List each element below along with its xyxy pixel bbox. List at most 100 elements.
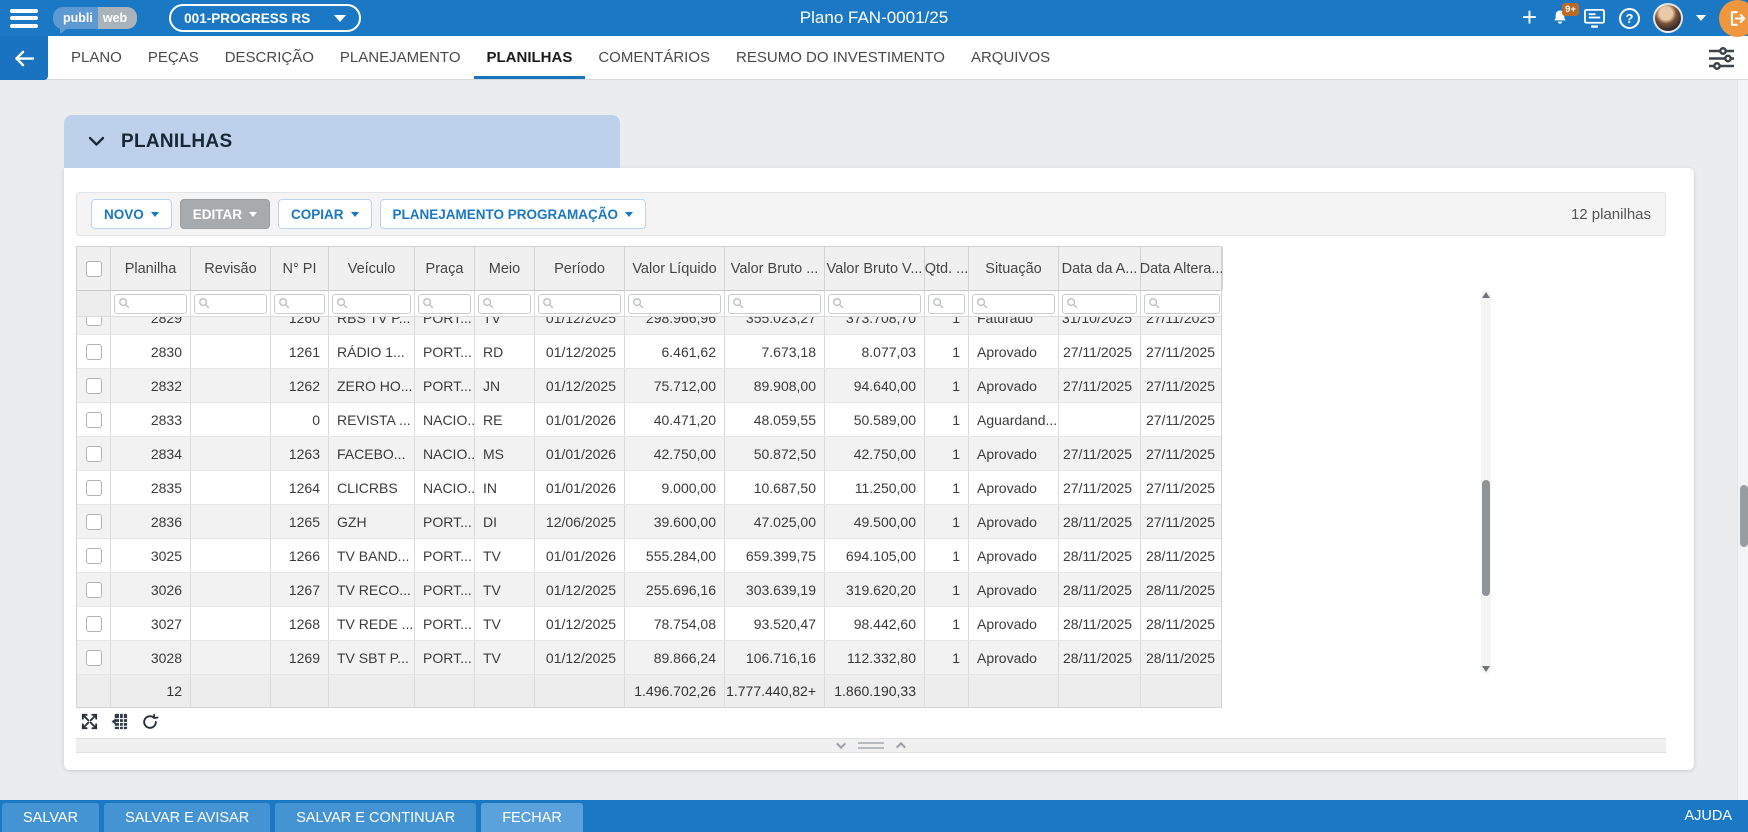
table-cell: 27/11/2025	[1141, 369, 1223, 402]
table-row[interactable]: 30281269TV SBT P...PORT...TV01/12/202589…	[77, 641, 1221, 675]
column-header-data-da-a[interactable]: Data da A...	[1059, 247, 1141, 290]
column-header-data-altera[interactable]: Data Altera...	[1141, 247, 1223, 290]
tab-planejamento[interactable]: PLANEJAMENTO	[327, 36, 474, 79]
column-header-periodo[interactable]: Período	[535, 247, 625, 290]
filter-sliders-icon[interactable]	[1708, 46, 1735, 76]
back-button[interactable]	[0, 36, 48, 80]
table-row[interactable]: 30251266TV BAND...PORT...TV01/01/2026555…	[77, 539, 1221, 573]
table-row[interactable]: 28321262ZERO HO...PORT...JN01/12/202575.…	[77, 369, 1221, 403]
help-link[interactable]: AJUDA	[1684, 808, 1732, 824]
logout-icon[interactable]	[1719, 0, 1748, 37]
tab-pecas[interactable]: PEÇAS	[135, 36, 212, 79]
table-cell: 27/11/2025	[1141, 471, 1223, 504]
copiar-button[interactable]: COPIAR	[278, 199, 372, 229]
row-checkbox[interactable]	[86, 582, 102, 598]
client-selector[interactable]: 001-PROGRESS RS	[169, 4, 361, 32]
tab-planilhas[interactable]: PLANILHAS	[474, 36, 586, 79]
screen-share-icon[interactable]	[1583, 8, 1606, 28]
filter-input-meio[interactable]	[497, 297, 530, 311]
page-vertical-scrollbar[interactable]	[1737, 80, 1748, 800]
table-cell: DI	[475, 505, 535, 538]
scroll-down-arrow-icon[interactable]	[1482, 666, 1490, 672]
collapse-grid-icon[interactable]	[836, 739, 846, 749]
table-row[interactable]: 28361265GZHPORT...DI12/06/202539.600,004…	[77, 505, 1221, 539]
row-checkbox[interactable]	[86, 317, 102, 326]
filter-input-n-pi[interactable]	[293, 297, 324, 311]
column-header-n-pi[interactable]: N° PI	[271, 247, 329, 290]
page-scrollbar-thumb[interactable]	[1740, 485, 1748, 547]
partially-scrolled-row[interactable]: 28291260RBS TV P...PORT...TV01/12/202529…	[77, 317, 1221, 335]
tab-resumo-do-investimento[interactable]: RESUMO DO INVESTIMENTO	[723, 36, 958, 79]
resize-grip[interactable]	[858, 742, 884, 749]
filter-input-revisao[interactable]	[213, 297, 266, 311]
table-row[interactable]: 28301261RÁDIO 1...PORT...RD01/12/20256.4…	[77, 335, 1221, 369]
filter-input-praca[interactable]	[437, 297, 470, 311]
column-header-meio[interactable]: Meio	[475, 247, 535, 290]
table-row[interactable]: 28341263FACEBO...NACIO...MS01/01/202642.…	[77, 437, 1221, 471]
filter-input-data-da-a[interactable]	[1081, 297, 1136, 311]
notifications-bell-icon[interactable]: 9+	[1550, 8, 1570, 28]
help-icon[interactable]: ?	[1619, 8, 1640, 29]
table-cell: Faturado	[969, 317, 1059, 334]
user-avatar[interactable]	[1653, 3, 1683, 33]
column-header-revisao[interactable]: Revisão	[191, 247, 271, 290]
select-all-checkbox[interactable]	[86, 261, 102, 277]
add-icon[interactable]: +	[1522, 4, 1537, 30]
filter-input-veiculo[interactable]	[351, 297, 410, 311]
row-checkbox[interactable]	[86, 480, 102, 496]
fechar-button[interactable]: FECHAR	[481, 803, 583, 832]
novo-button[interactable]: NOVO	[91, 199, 172, 229]
user-menu-caret-icon[interactable]	[1696, 15, 1706, 21]
expand-grid-icon[interactable]	[896, 742, 906, 752]
filter-input-situacao[interactable]	[991, 297, 1054, 311]
row-checkbox[interactable]	[86, 514, 102, 530]
table-row[interactable]: 28330REVISTA ...NACIO...RE01/01/202640.4…	[77, 403, 1221, 437]
table-vertical-scrollbar[interactable]	[1481, 290, 1491, 674]
tab-descricao[interactable]: DESCRIÇÃO	[212, 36, 327, 79]
table-scrollbar-thumb[interactable]	[1482, 480, 1490, 596]
expand-table-button[interactable]	[78, 710, 101, 733]
editar-button[interactable]: EDITAR	[180, 199, 270, 229]
table-row[interactable]: 28291260RBS TV P...PORT...TV01/12/202529…	[77, 317, 1221, 335]
row-checkbox[interactable]	[86, 412, 102, 428]
table-row[interactable]: 30261267TV RECO...PORT...TV01/12/2025255…	[77, 573, 1221, 607]
tab-arquivos[interactable]: ARQUIVOS	[958, 36, 1063, 79]
tab-comentarios[interactable]: COMENTÁRIOS	[585, 36, 723, 79]
refresh-table-button[interactable]	[138, 710, 161, 733]
column-header-situacao[interactable]: Situação	[969, 247, 1059, 290]
column-header-valor-bruto-v[interactable]: Valor Bruto V...	[825, 247, 925, 290]
row-checkbox[interactable]	[86, 650, 102, 666]
column-header-valor-bruto[interactable]: Valor Bruto ...	[725, 247, 825, 290]
salvar-e-avisar-button[interactable]: SALVAR E AVISAR	[104, 803, 270, 832]
row-checkbox[interactable]	[86, 616, 102, 632]
column-header-planilha[interactable]: Planilha	[111, 247, 191, 290]
filter-input-valor-bruto[interactable]	[747, 297, 820, 311]
table-cell: 01/12/2025	[535, 607, 625, 640]
filter-input-periodo[interactable]	[557, 297, 620, 311]
column-header-veiculo[interactable]: Veículo	[329, 247, 415, 290]
filter-input-planilha[interactable]	[133, 297, 186, 311]
table-row[interactable]: 30271268TV REDE ...PORT...TV01/12/202578…	[77, 607, 1221, 641]
planejamento-programacao-button[interactable]: PLANEJAMENTO PROGRAMAÇÃO	[380, 199, 647, 229]
menu-icon[interactable]	[10, 9, 38, 28]
column-header-qtd[interactable]: Qtd. ...	[925, 247, 969, 290]
tab-plano[interactable]: PLANO	[58, 36, 135, 79]
section-header-planilhas[interactable]: PLANILHAS	[64, 115, 620, 168]
scroll-up-arrow-icon[interactable]	[1482, 292, 1490, 298]
salvar-button[interactable]: SALVAR	[2, 803, 99, 832]
row-checkbox[interactable]	[86, 446, 102, 462]
filter-input-valor-liquido[interactable]	[647, 297, 720, 311]
row-checkbox[interactable]	[86, 548, 102, 564]
export-excel-button[interactable]	[108, 710, 131, 733]
column-header-valor-liquido[interactable]: Valor Líquido	[625, 247, 725, 290]
table-row[interactable]: 28351264CLICRBSNACIO...IN01/01/20269.000…	[77, 471, 1221, 505]
filter-input-data-altera[interactable]	[1163, 297, 1219, 311]
salvar-e-continuar-button[interactable]: SALVAR E CONTINUAR	[275, 803, 476, 832]
row-checkbox[interactable]	[86, 344, 102, 360]
table-cell: TV REDE ...	[329, 607, 415, 640]
row-checkbox[interactable]	[86, 378, 102, 394]
collapse-chevron-icon[interactable]	[88, 136, 105, 147]
column-header-praca[interactable]: Praça	[415, 247, 475, 290]
filter-input-valor-bruto-v[interactable]	[847, 297, 920, 311]
filter-input-qtd[interactable]	[947, 297, 964, 311]
